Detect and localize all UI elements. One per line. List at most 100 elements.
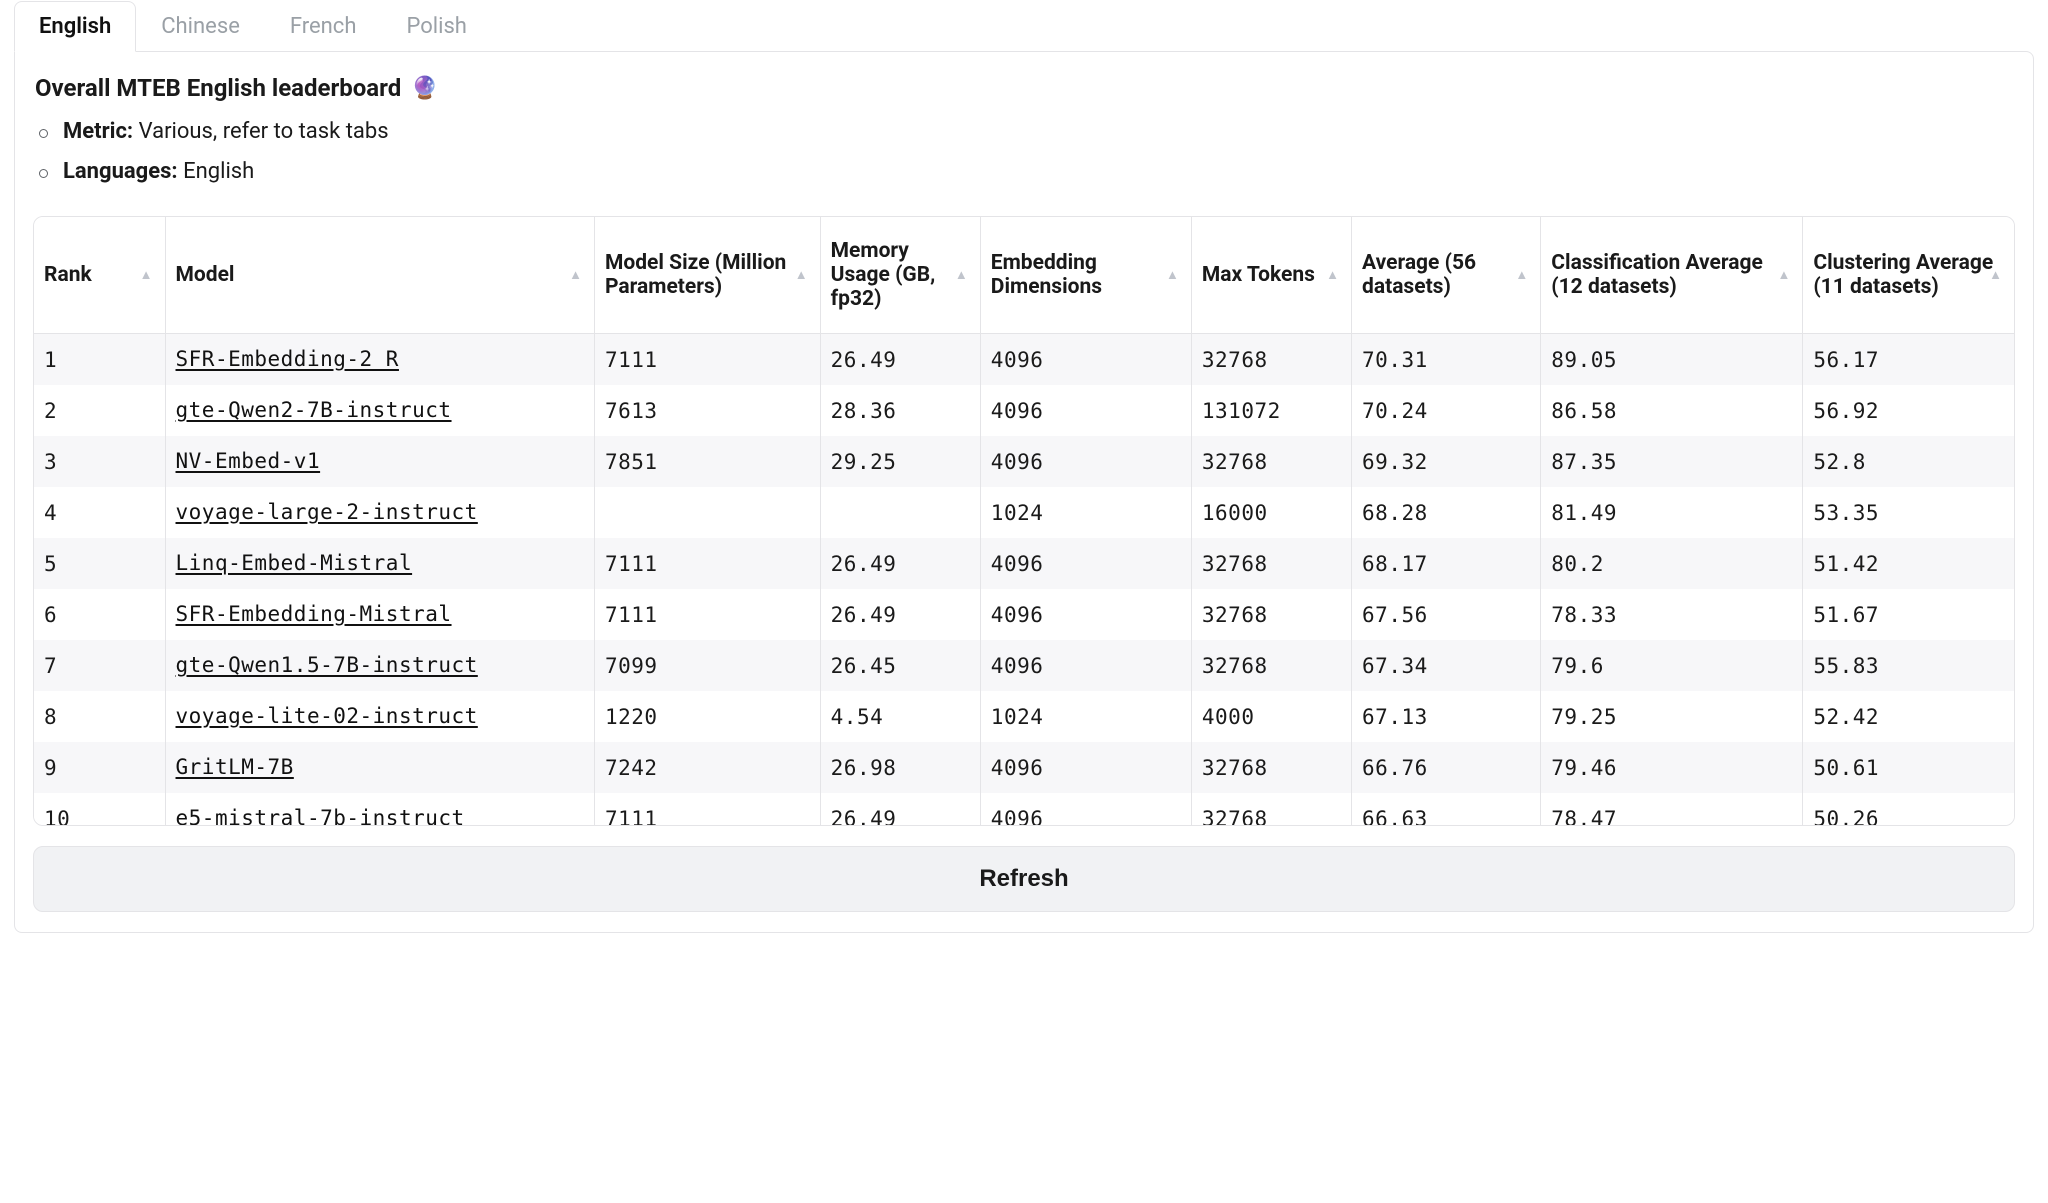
cell-emb: 4096 [980,793,1191,826]
cell-max: 32768 [1191,640,1351,691]
model-link[interactable]: Linq-Embed-Mistral [176,551,413,575]
model-link[interactable]: gte-Qwen1.5-7B-instruct [176,653,478,677]
cell-size: 7851 [595,436,821,487]
cell-size: 7242 [595,742,821,793]
cell-class: 78.47 [1541,793,1803,826]
crystal-ball-icon: 🔮 [411,76,438,101]
cell-clust: 51.67 [1803,589,2014,640]
cell-emb: 4096 [980,334,1191,386]
meta-value: English [183,159,254,184]
cell-size: 7111 [595,334,821,386]
meta-item-metric: Metric: Various, refer to task tabs [35,112,2015,152]
cell-emb: 1024 [980,487,1191,538]
cell-clust: 51.42 [1803,538,2014,589]
sort-asc-icon: ▲ [140,267,153,283]
tab-label: Polish [406,14,466,39]
cell-class: 80.2 [1541,538,1803,589]
cell-size: 7111 [595,538,821,589]
sort-asc-icon: ▲ [569,267,582,283]
cell-mem: 4.54 [820,691,980,742]
sort-asc-icon: ▲ [795,267,808,283]
page-title-text: Overall MTEB English leaderboard [35,74,401,102]
sort-asc-icon: ▲ [1777,267,1790,283]
cell-mem: 26.45 [820,640,980,691]
table-row: 10e5-mistral-7b-instruct711126.494096327… [34,793,2014,826]
tab-english[interactable]: English [14,1,136,52]
model-link[interactable]: NV-Embed-v1 [176,449,321,473]
cell-mem: 28.36 [820,385,980,436]
tab-label: French [290,14,357,39]
cell-max: 32768 [1191,793,1351,826]
cell-rank: 2 [34,385,165,436]
table-row: 6SFR-Embedding-Mistral711126.49409632768… [34,589,2014,640]
cell-max: 32768 [1191,742,1351,793]
col-clust[interactable]: Clustering Average (11 datasets)▲ [1803,217,2014,334]
cell-clust: 52.8 [1803,436,2014,487]
col-model[interactable]: Model ▲ [165,217,594,334]
col-class[interactable]: Classification Average (12 datasets) ▲ [1541,217,1803,334]
cell-rank: 9 [34,742,165,793]
cell-avg: 70.31 [1352,334,1541,386]
meta-value: Various, refer to task tabs [139,119,389,144]
cell-model: NV-Embed-v1 [165,436,594,487]
cell-emb: 4096 [980,538,1191,589]
cell-rank: 10 [34,793,165,826]
cell-mem: 26.49 [820,793,980,826]
cell-clust: 55.83 [1803,640,2014,691]
cell-mem: 26.49 [820,589,980,640]
col-label: Classification Average (12 datasets) [1551,251,1763,299]
col-label: Clustering Average (11 datasets) [1813,251,1993,299]
tab-polish[interactable]: Polish [381,1,491,52]
col-emb[interactable]: Embedding Dimensions▲ [980,217,1191,334]
cell-clust: 50.26 [1803,793,2014,826]
tab-label: Chinese [161,14,240,39]
table-header-row: Rank ▲ Model ▲ Model Size (Million Paramet… [34,217,2014,334]
col-avg[interactable]: Average (56 datasets)▲ [1352,217,1541,334]
tab-label: English [39,14,111,39]
col-max[interactable]: Max Tokens▲ [1191,217,1351,334]
col-label: Model [176,263,235,287]
model-link[interactable]: voyage-large-2-instruct [176,500,478,524]
col-label: Max Tokens [1202,263,1315,287]
meta-item-languages: Languages: English [35,152,2015,192]
cell-max: 4000 [1191,691,1351,742]
cell-model: SFR-Embedding-Mistral [165,589,594,640]
cell-class: 78.33 [1541,589,1803,640]
cell-rank: 5 [34,538,165,589]
tab-chinese[interactable]: Chinese [136,1,265,52]
model-link[interactable]: GritLM-7B [176,755,294,779]
cell-class: 86.58 [1541,385,1803,436]
model-link[interactable]: voyage-lite-02-instruct [176,704,478,728]
cell-avg: 67.56 [1352,589,1541,640]
cell-emb: 4096 [980,385,1191,436]
cell-model: voyage-lite-02-instruct [165,691,594,742]
model-link[interactable]: SFR-Embedding-2_R [176,347,399,371]
cell-mem: 29.25 [820,436,980,487]
refresh-button[interactable]: Refresh [33,846,2015,912]
sort-asc-icon: ▲ [1515,267,1528,283]
cell-class: 89.05 [1541,334,1803,386]
col-label: Rank [44,263,92,287]
col-rank[interactable]: Rank ▲ [34,217,165,334]
cell-max: 32768 [1191,334,1351,386]
tab-french[interactable]: French [265,1,382,52]
cell-class: 81.49 [1541,487,1803,538]
cell-rank: 6 [34,589,165,640]
cell-size: 7613 [595,385,821,436]
cell-rank: 7 [34,640,165,691]
col-size[interactable]: Model Size (Million Parameters)▲ [595,217,821,334]
model-link[interactable]: SFR-Embedding-Mistral [176,602,452,626]
model-link[interactable]: e5-mistral-7b-instruct [176,806,465,826]
col-mem[interactable]: Memory Usage (GB, fp32)▲ [820,217,980,334]
cell-rank: 1 [34,334,165,386]
table-row: 2gte-Qwen2-7B-instruct761328.36409613107… [34,385,2014,436]
leaderboard-table-wrap[interactable]: Rank ▲ Model ▲ Model Size (Million Paramet… [33,216,2015,826]
cell-model: gte-Qwen2-7B-instruct [165,385,594,436]
sort-asc-icon: ▲ [1166,267,1179,283]
cell-model: GritLM-7B [165,742,594,793]
cell-clust: 56.17 [1803,334,2014,386]
model-link[interactable]: gte-Qwen2-7B-instruct [176,398,452,422]
meta-key: Languages: [63,159,178,184]
cell-class: 87.35 [1541,436,1803,487]
cell-emb: 1024 [980,691,1191,742]
